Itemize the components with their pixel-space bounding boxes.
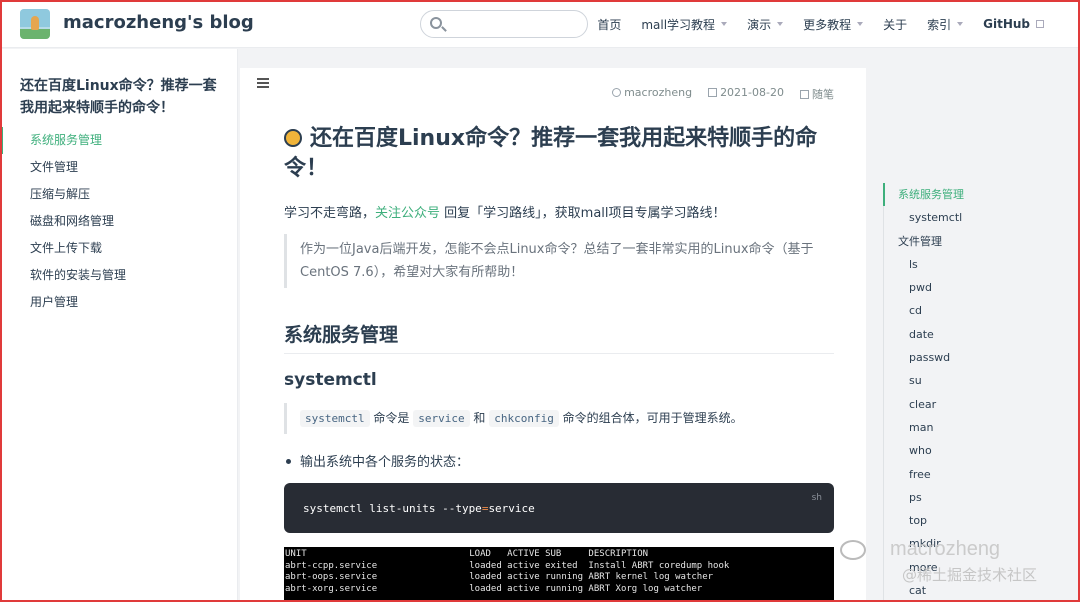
watermark-name: macrozheng — [890, 538, 1001, 560]
calendar-icon — [708, 88, 718, 97]
code-text: service — [488, 502, 535, 515]
chevron-down-icon — [777, 22, 784, 26]
logo-ground — [20, 29, 50, 39]
watermark-sub: @稀土掘金技术社区 — [902, 566, 1038, 584]
bullet-icon — [286, 459, 291, 464]
toc-item[interactable]: date — [884, 323, 1053, 346]
logo-figure — [31, 16, 39, 30]
nav-item-label: 首页 — [597, 17, 622, 32]
desc-text: 命令是 — [369, 411, 414, 425]
nav-item-label: GitHub — [983, 17, 1030, 31]
article: macrozheng 2021-08-20 随笔 还在百度Linux命令？推荐一… — [240, 68, 866, 602]
code-line: systemctl list-units --type=service — [303, 502, 535, 515]
sidebar-item[interactable]: 文件管理 — [0, 154, 238, 181]
toc-item[interactable]: who — [884, 439, 1053, 462]
list-item: 输出系统中各个服务的状态： — [284, 451, 469, 470]
meta-category[interactable]: 随笔 — [800, 86, 834, 102]
nav-item-3[interactable]: 更多教程 — [793, 16, 873, 33]
sidebar-item[interactable]: 磁盘和网络管理 — [0, 208, 238, 235]
folder-icon — [800, 90, 809, 99]
toc-item[interactable]: systemctl — [884, 206, 1053, 229]
wechat-icon — [840, 540, 866, 560]
toc-item[interactable]: ps — [884, 486, 1053, 509]
emoji-icon — [284, 129, 302, 147]
toc-item[interactable]: 系统服务管理 — [883, 183, 1053, 207]
nav-item-label: 索引 — [927, 17, 952, 32]
menu-icon[interactable] — [257, 78, 269, 88]
nav-item-label: mall学习教程 — [641, 17, 716, 32]
chevron-down-icon — [857, 22, 864, 26]
nav-item-4[interactable]: 关于 — [873, 16, 917, 33]
toc-item[interactable]: cd — [884, 299, 1053, 322]
nav-item-label: 关于 — [883, 17, 908, 32]
sidebar-item[interactable]: 软件的安装与管理 — [0, 262, 238, 289]
site-logo[interactable] — [20, 9, 50, 39]
section-heading: 系统服务管理 — [284, 320, 834, 354]
chevron-down-icon — [721, 22, 728, 26]
toc-item[interactable]: free — [884, 463, 1053, 486]
terminal-line: abrt-oops.service loaded active running … — [285, 572, 714, 582]
page-title-text: 还在百度Linux命令？推荐一套我用起来特顺手的命令！ — [284, 126, 818, 181]
desc-text: 命令的组合体，可用于管理系统。 — [558, 411, 743, 425]
search-icon — [430, 17, 442, 29]
category-label: 随笔 — [812, 88, 834, 101]
sidebar-list: 系统服务管理 文件管理 压缩与解压 磁盘和网络管理 文件上传下载 软件的安装与管理 用户管理 — [0, 127, 238, 316]
article-meta: macrozheng 2021-08-20 随笔 — [612, 86, 834, 102]
sidebar-title[interactable]: 还在百度Linux命令？推荐一套我用起来特顺手的命令！ — [20, 75, 225, 119]
intro-suffix: 回复「学习路线」，获取mall项目专属学习路线！ — [440, 206, 726, 221]
desc-text: 和 — [469, 411, 490, 425]
nav-item-5[interactable]: 索引 — [917, 16, 973, 33]
nav-item-label: 演示 — [747, 17, 772, 32]
intro-text: 学习不走弯路，关注公众号 回复「学习路线」，获取mall项目专属学习路线！ — [284, 202, 726, 221]
code-text: systemctl list-units --type — [303, 502, 482, 515]
chevron-down-icon — [957, 22, 964, 26]
nav-item-6[interactable]: GitHub — [973, 17, 1054, 31]
nav-item-0[interactable]: 首页 — [587, 16, 631, 33]
inline-code: service — [413, 410, 470, 427]
external-link-icon — [1036, 20, 1044, 28]
sidebar: 还在百度Linux命令？推荐一套我用起来特顺手的命令！ 系统服务管理 文件管理 压缩… — [0, 49, 238, 602]
search-input[interactable] — [420, 10, 588, 38]
nav-item-2[interactable]: 演示 — [737, 16, 793, 33]
inline-code: systemctl — [300, 410, 370, 427]
intro-quote: 作为一位Java后端开发，怎能不会点Linux命令？总结了一套非常实用的Linu… — [284, 234, 834, 288]
terminal-line: abrt-xorg.service loaded active running … — [285, 583, 703, 594]
publish-date: 2021-08-20 — [720, 86, 784, 99]
navbar: macrozheng's blog 首页 mall学习教程 演示 更多教程 关于 索引 Gi… — [0, 0, 1080, 48]
toc-item[interactable]: passwd — [884, 346, 1053, 369]
follow-link[interactable]: 关注公众号 — [375, 206, 440, 221]
meta-author: macrozheng — [612, 86, 692, 102]
toc-item[interactable]: 文件管理 — [884, 230, 1053, 253]
meta-date: 2021-08-20 — [708, 86, 784, 102]
sidebar-item[interactable]: 用户管理 — [0, 289, 238, 316]
toc-item[interactable]: pwd — [884, 276, 1053, 299]
inline-code: chkconfig — [489, 410, 559, 427]
code-language: sh — [811, 493, 822, 503]
sidebar-item[interactable]: 压缩与解压 — [0, 181, 238, 208]
sidebar-item[interactable]: 文件上传下载 — [0, 235, 238, 262]
page-title: 还在百度Linux命令？推荐一套我用起来特顺手的命令！ — [284, 124, 844, 184]
terminal-line: UNIT LOAD ACTIVE SUB DESCRIPTION — [285, 549, 649, 559]
nav-item-1[interactable]: mall学习教程 — [631, 16, 737, 33]
toc-item[interactable]: top — [884, 509, 1053, 532]
toc-item[interactable]: man — [884, 416, 1053, 439]
user-icon — [612, 88, 622, 97]
terminal-screenshot: UNIT LOAD ACTIVE SUB DESCRIPTION abrt-ccp… — [284, 547, 834, 602]
watermark: macrozheng @稀土掘金技术社区 — [836, 536, 1076, 596]
list-item-text: 输出系统中各个服务的状态： — [300, 455, 470, 470]
terminal-line: abrt-ccpp.service loaded active exited I… — [285, 560, 730, 571]
site-name[interactable]: macrozheng's blog — [63, 12, 254, 33]
toc-item[interactable]: su — [884, 369, 1053, 392]
author-name: macrozheng — [624, 86, 693, 99]
toc-item[interactable]: ls — [884, 253, 1053, 276]
subsection-heading: systemctl — [284, 370, 377, 390]
nav-item-label: 更多教程 — [803, 17, 852, 32]
nav-links: 首页 mall学习教程 演示 更多教程 关于 索引 GitHub — [587, 0, 1054, 48]
toc-item[interactable]: clear — [884, 393, 1053, 416]
intro-prefix: 学习不走弯路， — [284, 206, 376, 221]
code-block[interactable]: sh systemctl list-units --type=service — [284, 483, 834, 533]
sidebar-item[interactable]: 系统服务管理 — [0, 127, 238, 154]
command-description: systemctl 命令是 service 和 chkconfig 命令的组合体… — [284, 403, 834, 434]
